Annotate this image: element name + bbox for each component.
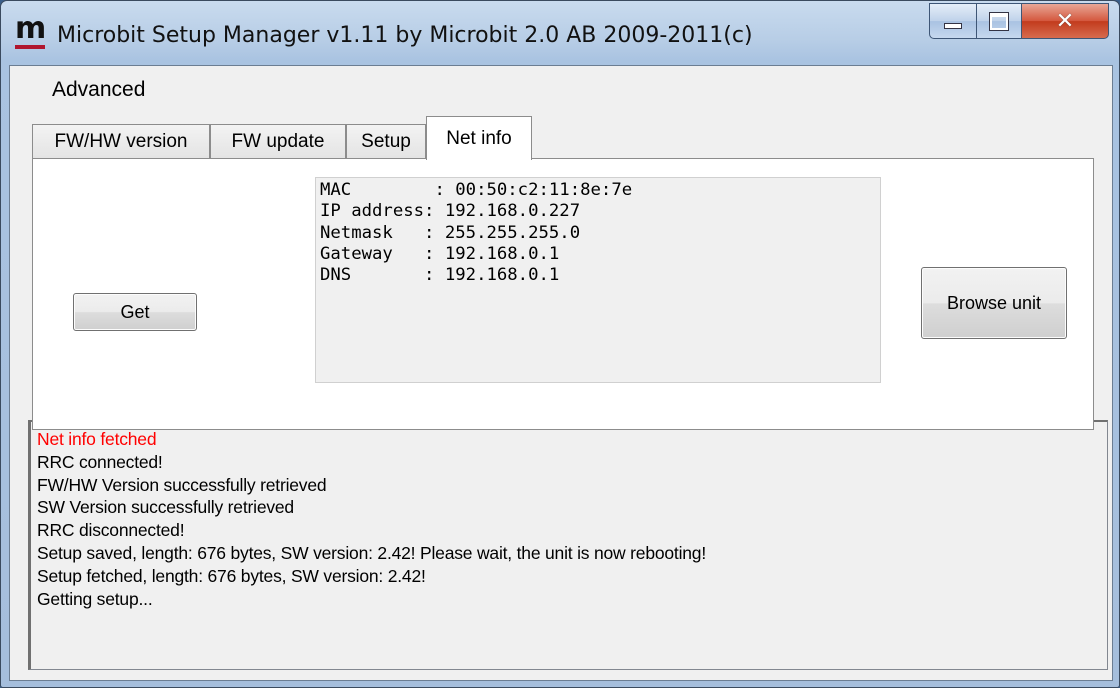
log-line: Setup fetched, length: 676 bytes, SW ver… bbox=[37, 565, 426, 586]
log-line: Getting setup... bbox=[37, 588, 153, 609]
m-logo-icon[interactable]: m bbox=[15, 11, 46, 49]
net-info-panel: Get MAC : 00:50:c2:11:8e:7e IP address: … bbox=[32, 158, 1094, 430]
log-line: Net info fetched bbox=[37, 429, 157, 449]
browse-unit-button[interactable]: Browse unit bbox=[921, 267, 1067, 339]
maximize-icon bbox=[989, 11, 1009, 31]
log-line: RRC disconnected! bbox=[37, 520, 185, 541]
net-info-gateway: Gateway : 192.168.0.1 bbox=[320, 243, 560, 264]
menu-advanced[interactable]: Advanced bbox=[52, 78, 145, 102]
get-button[interactable]: Get bbox=[73, 293, 197, 331]
window-title: Microbit Setup Manager v1.11 by Microbit… bbox=[57, 23, 753, 48]
tab-fw-hw-version[interactable]: FW/HW version bbox=[32, 124, 210, 158]
status-log[interactable]: Net info fetched RRC connected! FW/HW Ve… bbox=[28, 420, 1108, 670]
log-line: FW/HW Version successfully retrieved bbox=[37, 474, 327, 495]
log-line: SW Version successfully retrieved bbox=[37, 497, 294, 518]
log-line: RRC connected! bbox=[37, 451, 163, 472]
maximize-button[interactable] bbox=[977, 3, 1022, 39]
net-info-ip: IP address: 192.168.0.227 bbox=[320, 201, 581, 222]
log-line: Setup saved, length: 676 bytes, SW versi… bbox=[37, 542, 706, 563]
title-bar[interactable]: m Microbit Setup Manager v1.11 by Microb… bbox=[1, 1, 1119, 65]
tab-net-info[interactable]: Net info bbox=[426, 116, 532, 160]
client-area: Advanced FW/HW version FW update Setup N… bbox=[9, 65, 1113, 681]
caption-buttons: ✕ bbox=[929, 3, 1109, 39]
tab-setup[interactable]: Setup bbox=[346, 124, 426, 158]
net-info-textbox[interactable]: MAC : 00:50:c2:11:8e:7e IP address: 192.… bbox=[315, 177, 881, 383]
m-logo-underline bbox=[15, 45, 45, 49]
menu-bar: Advanced bbox=[10, 66, 1112, 116]
app-window: m Microbit Setup Manager v1.11 by Microb… bbox=[0, 0, 1120, 688]
net-info-netmask: Netmask : 255.255.255.0 bbox=[320, 222, 581, 243]
net-info-mac: MAC : 00:50:c2:11:8e:7e bbox=[320, 180, 633, 200]
minimize-icon bbox=[944, 23, 962, 29]
close-button[interactable]: ✕ bbox=[1022, 3, 1109, 39]
minimize-button[interactable] bbox=[929, 3, 977, 39]
close-icon: ✕ bbox=[1055, 8, 1075, 34]
tab-fw-update[interactable]: FW update bbox=[210, 124, 346, 158]
m-logo-glyph: m bbox=[15, 11, 46, 46]
net-info-dns: DNS : 192.168.0.1 bbox=[320, 265, 560, 286]
